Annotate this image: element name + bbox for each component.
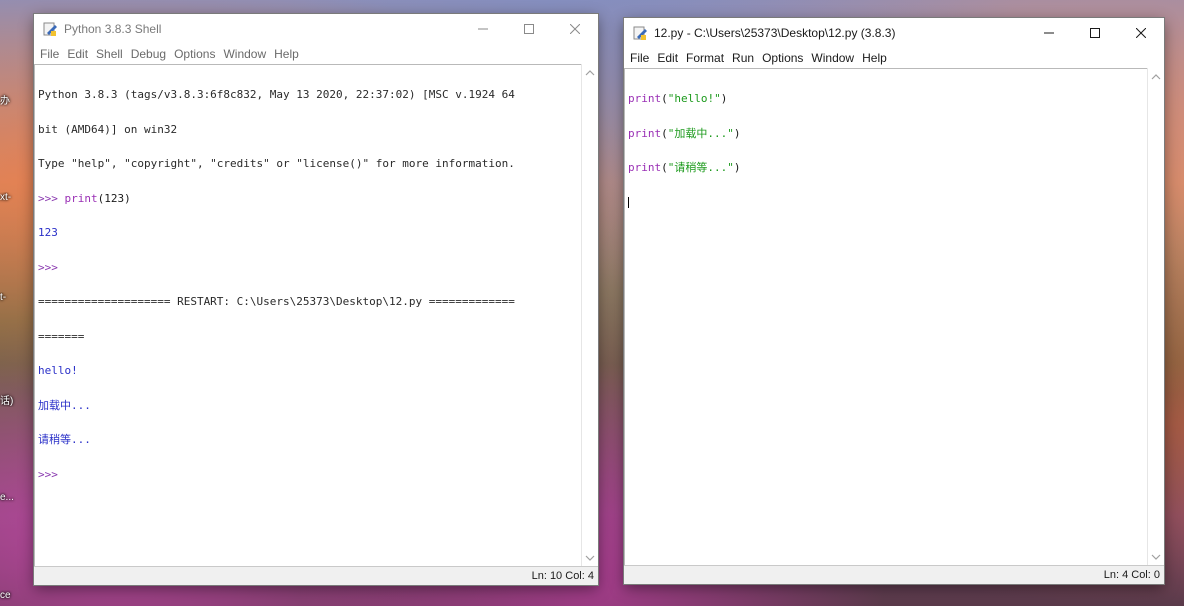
code-line: print("hello!") <box>628 93 1148 105</box>
shell-banner-line: Type "help", "copyright", "credits" or "… <box>38 157 515 170</box>
editor-titlebar[interactable]: 12.py - C:\Users\25373\Desktop\12.py (3.… <box>624 18 1164 48</box>
close-icon <box>570 24 580 34</box>
editor-window-title: 12.py - C:\Users\25373\Desktop\12.py (3.… <box>654 26 896 40</box>
code-line: print("加载中...") <box>628 126 1148 140</box>
text-cursor <box>628 196 629 208</box>
code-line <box>628 196 1148 209</box>
shell-titlebar[interactable]: Python 3.8.3 Shell <box>34 14 598 44</box>
shell-vertical-scrollbar[interactable] <box>581 64 598 567</box>
desktop-icon-label[interactable]: ce <box>0 590 34 601</box>
shell-prompt: >>> <box>38 191 58 205</box>
desktop-icon-label[interactable]: 话) <box>0 392 34 407</box>
editor-status-line: Ln: 4 <box>1103 569 1129 581</box>
shell-banner-line: Python 3.8.3 (tags/v3.8.3:6f8c832, May 1… <box>38 88 515 101</box>
shell-command-keyword: print <box>64 191 98 205</box>
shell-window-title: Python 3.8.3 Shell <box>64 22 162 36</box>
code-keyword: print <box>628 92 662 105</box>
shell-command-args: (123) <box>97 191 131 205</box>
shell-status-col: Col: 4 <box>565 570 594 582</box>
editor-cursor-position: Ln: 4 Col: 0 <box>1104 569 1160 581</box>
desktop-icon-label[interactable]: t- <box>0 292 34 303</box>
editor-vertical-scrollbar[interactable] <box>1147 68 1164 566</box>
desktop-icon-label[interactable]: xt- <box>0 192 34 203</box>
menu-options[interactable]: Options <box>758 51 807 65</box>
menu-help[interactable]: Help <box>270 47 303 61</box>
minimize-icon <box>478 28 488 30</box>
code-string: "加载中..." <box>667 126 734 140</box>
scroll-down-icon[interactable] <box>1151 552 1161 562</box>
menu-format[interactable]: Format <box>682 51 728 65</box>
menu-options[interactable]: Options <box>170 47 219 61</box>
editor-text-area[interactable]: print("hello!") print("加载中...") print("请… <box>624 68 1148 566</box>
code-paren: ) <box>733 126 741 140</box>
shell-command-line: >>> print(123) <box>38 191 582 205</box>
menu-file[interactable]: File <box>626 51 653 65</box>
code-paren: ( <box>661 126 668 140</box>
shell-restart-continuation: ======= <box>38 329 85 343</box>
shell-output-line: hello! <box>38 364 78 377</box>
maximize-icon <box>524 24 534 34</box>
code-paren: ( <box>661 161 668 174</box>
maximize-button[interactable] <box>506 14 552 44</box>
code-paren: ) <box>733 161 741 174</box>
shell-result: 123 <box>38 226 58 239</box>
code-string: "hello!" <box>667 92 721 105</box>
shell-statusbar: Ln: 10 Col: 4 <box>34 566 598 585</box>
idle-app-icon <box>43 22 57 36</box>
shell-banner-line: bit (AMD64)] on win32 <box>38 122 178 136</box>
menu-debug[interactable]: Debug <box>127 47 170 61</box>
minimize-button[interactable] <box>460 14 506 44</box>
close-button[interactable] <box>1118 18 1164 48</box>
scroll-up-icon[interactable] <box>1151 72 1161 82</box>
close-button[interactable] <box>552 14 598 44</box>
shell-status-line: Ln: 10 <box>531 570 563 582</box>
python-shell-window: Python 3.8.3 Shell File Edit Shell Debug… <box>34 14 598 585</box>
code-paren: ( <box>661 92 668 105</box>
shell-menubar: File Edit Shell Debug Options Window Hel… <box>34 44 598 64</box>
shell-output-line: 加载中... <box>38 398 91 412</box>
shell-prompt: >>> <box>38 260 58 274</box>
code-keyword: print <box>628 126 662 140</box>
menu-window[interactable]: Window <box>219 47 270 61</box>
shell-output-line: 请稍等... <box>38 433 91 446</box>
shell-restart-line: ==================== RESTART: C:\Users\2… <box>38 295 515 308</box>
code-string: "请稍等..." <box>667 161 734 174</box>
desktop-icon-label[interactable]: 办 <box>0 92 34 107</box>
scroll-down-icon[interactable] <box>585 553 595 563</box>
shell-output-area[interactable]: Python 3.8.3 (tags/v3.8.3:6f8c832, May 1… <box>34 64 582 567</box>
menu-window[interactable]: Window <box>807 51 858 65</box>
maximize-icon <box>1090 28 1100 38</box>
close-icon <box>1136 28 1146 38</box>
editor-window: 12.py - C:\Users\25373\Desktop\12.py (3.… <box>624 18 1164 584</box>
code-paren: ) <box>720 92 728 105</box>
menu-shell[interactable]: Shell <box>92 47 127 61</box>
editor-statusbar: Ln: 4 Col: 0 <box>624 565 1164 584</box>
menu-edit[interactable]: Edit <box>63 47 92 61</box>
minimize-button[interactable] <box>1026 18 1072 48</box>
code-line: print("请稍等...") <box>628 162 1148 174</box>
menu-help[interactable]: Help <box>858 51 891 65</box>
shell-cursor-position: Ln: 10 Col: 4 <box>532 570 594 582</box>
desktop-icon-label[interactable]: e... <box>0 492 34 503</box>
menu-edit[interactable]: Edit <box>653 51 682 65</box>
maximize-button[interactable] <box>1072 18 1118 48</box>
editor-status-col: Col: 0 <box>1131 569 1160 581</box>
menu-run[interactable]: Run <box>728 51 758 65</box>
editor-menubar: File Edit Format Run Options Window Help <box>624 48 1164 68</box>
code-keyword: print <box>628 161 662 174</box>
shell-prompt: >>> <box>38 467 58 481</box>
scroll-up-icon[interactable] <box>585 68 595 78</box>
idle-file-icon <box>633 26 647 40</box>
menu-file[interactable]: File <box>36 47 63 61</box>
minimize-icon <box>1044 32 1054 34</box>
